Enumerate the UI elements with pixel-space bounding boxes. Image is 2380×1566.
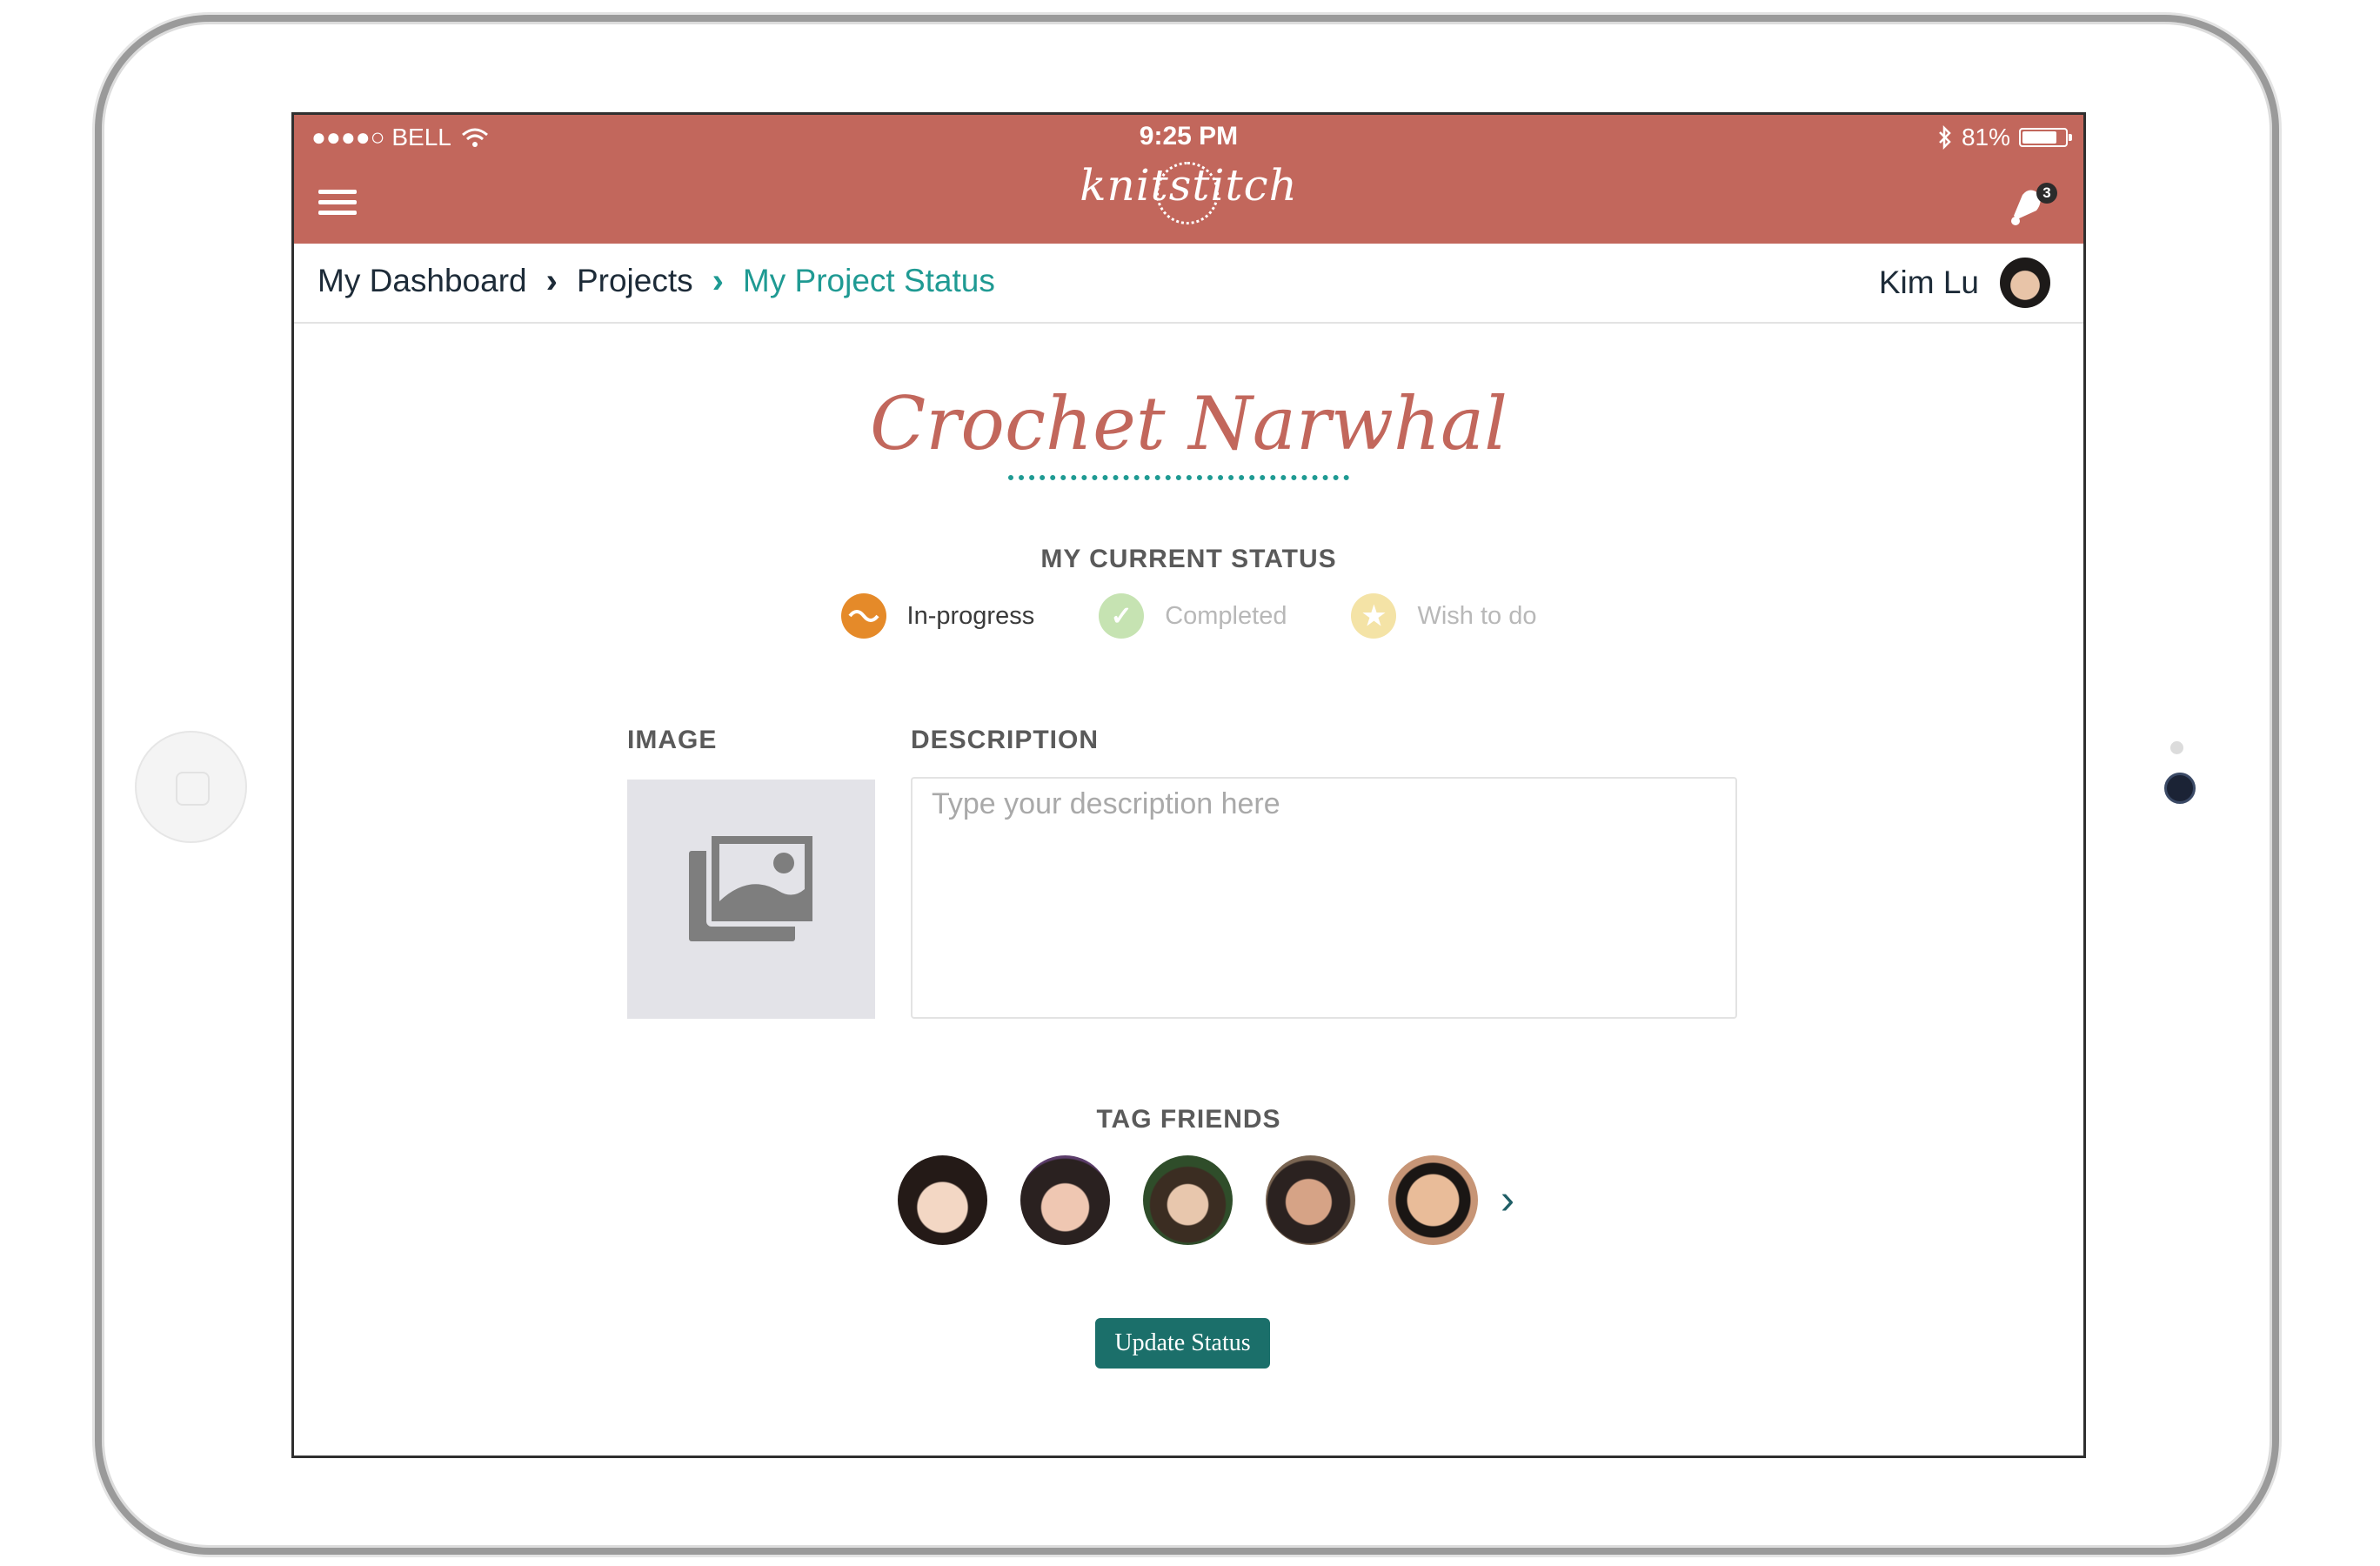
- home-button[interactable]: [135, 731, 247, 843]
- status-option-label: In-progress: [906, 601, 1035, 630]
- status-option-label: Completed: [1165, 601, 1287, 630]
- user-name: Kim Lu: [1878, 264, 1979, 300]
- friend-avatar[interactable]: [898, 1155, 987, 1245]
- update-status-button[interactable]: Update Status: [1095, 1318, 1270, 1369]
- light-sensor: [2170, 741, 2183, 754]
- description-input[interactable]: [911, 777, 1737, 1019]
- app-logo: knitstitch: [1080, 160, 1298, 211]
- status-option-wish[interactable]: ★ Wish to do: [1351, 593, 1536, 639]
- title-underline-divider: [1008, 475, 1349, 480]
- friends-list: ›: [898, 1155, 1514, 1245]
- status-options: In-progress ✓ Completed ★ Wish to do: [294, 593, 2083, 639]
- breadcrumb-bar: My Dashboard › Projects › My Project Sta…: [294, 244, 2083, 324]
- status-option-in-progress[interactable]: In-progress: [840, 593, 1035, 639]
- photo-gallery-icon: [689, 831, 818, 941]
- chevron-right-icon[interactable]: ›: [1501, 1176, 1514, 1224]
- check-icon: ✓: [1099, 593, 1145, 639]
- chevron-right-icon: ›: [712, 262, 724, 300]
- friend-avatar[interactable]: [1388, 1155, 1478, 1245]
- front-camera: [2164, 773, 2196, 804]
- tag-friends-heading: TAG FRIENDS: [1096, 1105, 1281, 1134]
- app-screen: ●●●●○ BELL 9:25 PM 81% knitstitch 3 My D…: [291, 112, 2086, 1458]
- in-progress-icon: [840, 593, 886, 639]
- chevron-right-icon: ›: [545, 262, 558, 300]
- breadcrumb-projects[interactable]: Projects: [577, 263, 693, 299]
- breadcrumb: My Dashboard › Projects › My Project Sta…: [318, 263, 995, 299]
- status-time: 9:25 PM: [1139, 122, 1239, 151]
- status-option-completed[interactable]: ✓ Completed: [1099, 593, 1287, 639]
- app-header: ●●●●○ BELL 9:25 PM 81% knitstitch 3: [294, 115, 2083, 244]
- image-upload-placeholder[interactable]: [627, 780, 875, 1019]
- battery-icon: [2019, 128, 2072, 147]
- description-heading: DESCRIPTION: [911, 726, 1100, 754]
- breadcrumb-dashboard[interactable]: My Dashboard: [318, 263, 527, 299]
- breadcrumb-current: My Project Status: [742, 263, 995, 298]
- friend-avatar[interactable]: [1266, 1155, 1355, 1245]
- bluetooth-icon: [1939, 125, 1951, 150]
- avatar[interactable]: [2000, 258, 2050, 308]
- friend-avatar[interactable]: [1143, 1155, 1233, 1245]
- notifications-button[interactable]: 3: [2005, 183, 2057, 231]
- notification-badge: 3: [2036, 183, 2057, 204]
- battery-percent: 81%: [1961, 124, 2010, 151]
- project-title: Crochet Narwhal: [870, 381, 1508, 466]
- status-bar-right: 81%: [1937, 124, 2072, 151]
- image-heading: IMAGE: [627, 726, 718, 754]
- status-option-label: Wish to do: [1417, 601, 1537, 630]
- friend-avatar[interactable]: [1020, 1155, 1110, 1245]
- star-icon: ★: [1351, 593, 1397, 639]
- status-heading: MY CURRENT STATUS: [1040, 545, 1337, 573]
- user-profile[interactable]: Kim Lu: [1879, 258, 2050, 308]
